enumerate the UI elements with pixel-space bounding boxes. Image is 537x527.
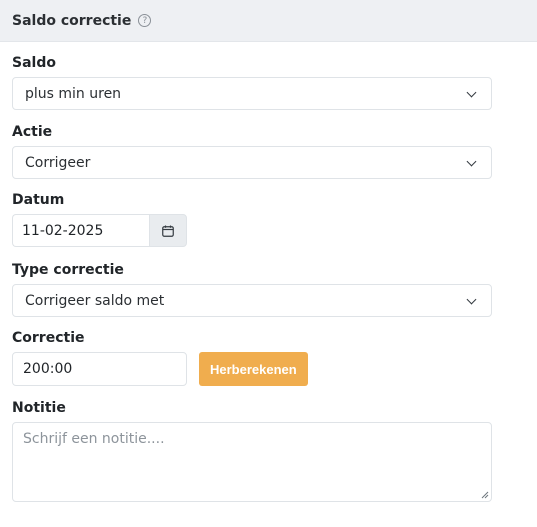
notitie-placeholder: Schrijf een notitie.... <box>23 431 165 447</box>
calendar-icon <box>162 225 174 237</box>
actie-select[interactable]: Corrigeer <box>12 146 492 179</box>
datum-label: Datum <box>12 192 65 208</box>
panel-title: Saldo correctie <box>12 12 132 29</box>
type-correctie-select-value: Corrigeer saldo met <box>25 292 165 309</box>
type-correctie-label: Type correctie <box>12 262 124 278</box>
panel-header: Saldo correctie ? <box>0 0 537 42</box>
chevron-down-icon <box>466 294 477 304</box>
datum-input-group: 11-02-2025 <box>12 214 187 247</box>
help-icon[interactable]: ? <box>138 14 152 27</box>
resize-handle-icon[interactable] <box>481 491 489 499</box>
type-correctie-group: Type correctie Corrigeer saldo met <box>12 262 492 317</box>
chevron-down-icon <box>466 156 477 166</box>
correctie-group: Correctie 200:00 Herberekenen <box>12 330 308 386</box>
correctie-input[interactable]: 200:00 <box>12 352 187 386</box>
notitie-textarea[interactable]: Schrijf een notitie.... <box>12 422 492 502</box>
datum-input[interactable]: 11-02-2025 <box>12 214 149 247</box>
datum-group: Datum 11-02-2025 <box>12 192 187 247</box>
actie-select-value: Corrigeer <box>25 154 91 171</box>
saldo-select-value: plus min uren <box>25 85 122 102</box>
actie-group: Actie Corrigeer <box>12 124 492 179</box>
saldo-select[interactable]: plus min uren <box>12 77 492 110</box>
chevron-down-icon <box>466 87 477 97</box>
type-correctie-select[interactable]: Corrigeer saldo met <box>12 284 492 317</box>
actie-label: Actie <box>12 124 53 140</box>
saldo-label: Saldo <box>12 55 56 71</box>
datepicker-button[interactable] <box>149 214 187 247</box>
correctie-label: Correctie <box>12 330 85 346</box>
notitie-group: Notitie Schrijf een notitie.... <box>12 400 492 502</box>
notitie-label: Notitie <box>12 400 66 416</box>
herberekenen-button[interactable]: Herberekenen <box>199 352 308 386</box>
correctie-input-group: 200:00 Herberekenen <box>12 352 308 386</box>
saldo-group: Saldo plus min uren <box>12 55 492 110</box>
